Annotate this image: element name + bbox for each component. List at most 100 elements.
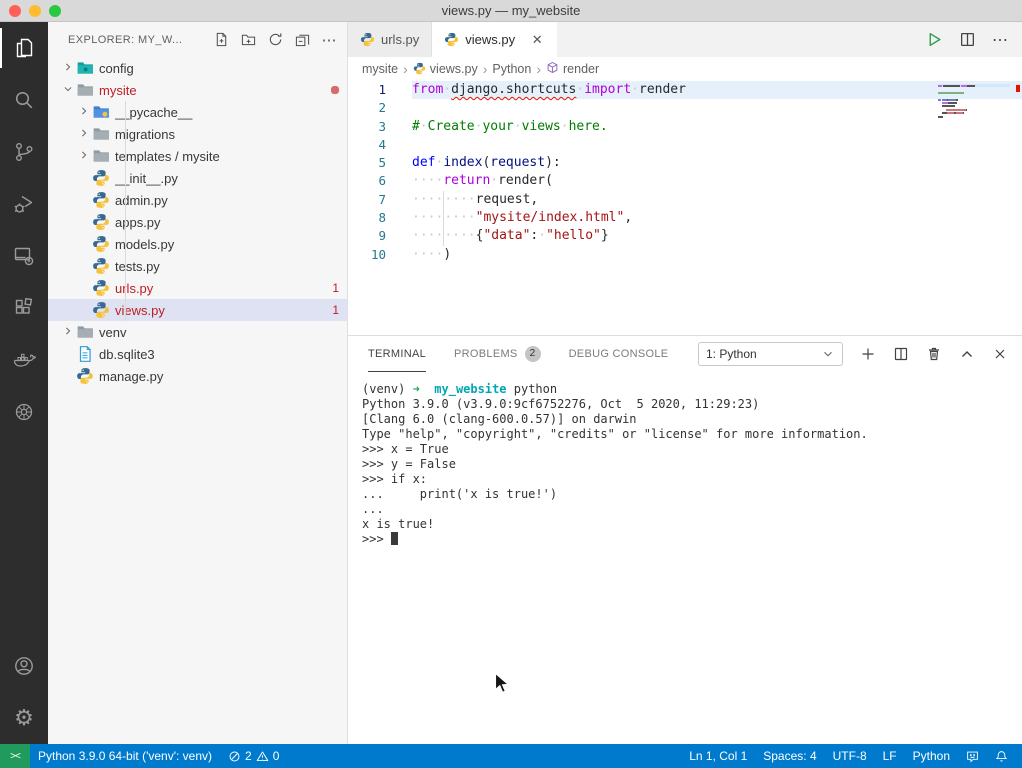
bottom-panel: TERMINAL PROBLEMS 2 DEBUG CONSOLE 1: Pyt… <box>348 335 1022 744</box>
tree-item-templates-mysite[interactable]: templates / mysite <box>48 145 347 167</box>
python-interpreter-status[interactable]: Python 3.9.0 64-bit ('venv': venv) <box>30 744 220 768</box>
problems-count-badge: 2 <box>525 346 541 362</box>
python-file-icon <box>360 32 375 47</box>
new-file-icon[interactable] <box>213 32 229 48</box>
tree-item-config[interactable]: config <box>48 57 347 79</box>
terminal-output[interactable]: (venv) ➜ my_website pythonPython 3.9.0 (… <box>348 372 1022 744</box>
tree-item-venv[interactable]: venv <box>48 321 347 343</box>
chevron-right-icon <box>76 106 92 119</box>
search-icon[interactable] <box>0 74 48 126</box>
line-number: 4 <box>348 136 386 154</box>
run-debug-icon[interactable] <box>0 178 48 230</box>
settings-icon[interactable]: ⚙ <box>0 692 48 744</box>
breadcrumb-separator: › <box>403 61 408 77</box>
minimize-window-button[interactable] <box>29 5 41 17</box>
tab-urls-py[interactable]: urls.py <box>348 22 432 57</box>
terminal-selector-dropdown[interactable]: 1: Python <box>698 342 843 366</box>
account-icon[interactable] <box>0 640 48 692</box>
warning-icon <box>256 750 269 763</box>
status-lf[interactable]: LF <box>875 744 905 768</box>
tree-item-mysite[interactable]: mysite <box>48 79 347 101</box>
tree-item-migrations[interactable]: migrations <box>48 123 347 145</box>
breadcrumb-item-mysite[interactable]: mysite <box>362 62 398 76</box>
tree-item-models-py[interactable]: models.py <box>48 233 347 255</box>
code-line-5[interactable]: 5def·index(request): <box>348 154 1022 172</box>
run-python-file-button[interactable] <box>926 31 943 48</box>
notifications-bell-icon[interactable] <box>987 744 1016 768</box>
panel-tab-label: TERMINAL <box>368 348 426 360</box>
tree-item--init-py[interactable]: __init__.py <box>48 167 347 189</box>
code-line-8[interactable]: 8········"mysite/index.html", <box>348 209 1022 227</box>
folder-icon <box>92 126 110 142</box>
close-window-button[interactable] <box>9 5 21 17</box>
new-folder-icon[interactable] <box>240 32 256 48</box>
tree-item-views-py[interactable]: views.py1 <box>48 299 347 321</box>
code-line-content: def·index(request): <box>412 154 1022 172</box>
editor-tab-bar: urls.py views.py ✕ ⋯ <box>348 22 1022 57</box>
code-line-3[interactable]: 3#·Create·your·views·here. <box>348 118 1022 136</box>
panel-header: TERMINAL PROBLEMS 2 DEBUG CONSOLE 1: Pyt… <box>348 336 1022 372</box>
split-editor-icon[interactable] <box>959 31 976 48</box>
terminal-line: Type "help", "copyright", "credits" or "… <box>362 427 1022 442</box>
remote-explorer-icon[interactable] <box>0 230 48 282</box>
breadcrumb-item-python[interactable]: Python <box>492 62 531 76</box>
tree-item-manage-py[interactable]: manage.py <box>48 365 347 387</box>
tab-views-py[interactable]: views.py ✕ <box>432 22 557 57</box>
code-editor[interactable]: 1from·django.shortcuts·import·render23#·… <box>348 80 1022 335</box>
feedback-smiley-icon[interactable] <box>958 744 987 768</box>
kill-terminal-icon[interactable] <box>926 346 942 362</box>
code-line-6[interactable]: 6····return·render( <box>348 172 1022 190</box>
database-icon <box>76 346 94 362</box>
split-terminal-icon[interactable] <box>893 346 909 362</box>
panel-tab-label: DEBUG CONSOLE <box>569 348 669 360</box>
code-line-10[interactable]: 10····) <box>348 246 1022 264</box>
python-icon <box>92 192 110 208</box>
breadcrumb-item-render[interactable]: render <box>546 61 599 77</box>
tree-item-tests-py[interactable]: tests.py <box>48 255 347 277</box>
remote-indicator[interactable]: >< <box>0 744 30 768</box>
tree-item--pycache-[interactable]: __pycache__ <box>48 101 347 123</box>
status-python[interactable]: Python <box>905 744 958 768</box>
source-control-icon[interactable] <box>0 126 48 178</box>
maximize-panel-icon[interactable] <box>959 346 975 362</box>
status-utf-8[interactable]: UTF-8 <box>825 744 875 768</box>
tab-debug-console[interactable]: DEBUG CONSOLE <box>569 336 669 372</box>
tree-item-admin-py[interactable]: admin.py <box>48 189 347 211</box>
code-line-7[interactable]: 7········request, <box>348 191 1022 209</box>
explorer-icon[interactable] <box>0 22 48 74</box>
tree-indent-guide <box>125 145 126 167</box>
terminal-line: x is true! <box>362 517 1022 532</box>
close-tab-icon[interactable]: ✕ <box>529 32 545 48</box>
tree-item-urls-py[interactable]: urls.py1 <box>48 277 347 299</box>
tree-item-db-sqlite3[interactable]: db.sqlite3 <box>48 343 347 365</box>
docker-icon[interactable] <box>0 334 48 386</box>
chevron-right-icon <box>76 128 92 141</box>
tab-problems[interactable]: PROBLEMS 2 <box>454 336 541 372</box>
terminal-line: >>> <box>362 532 1022 547</box>
breadcrumb-label: mysite <box>362 62 398 76</box>
code-line-content: ········{"data":·"hello"} <box>412 227 1022 245</box>
zoom-window-button[interactable] <box>49 5 61 17</box>
chevron-right-icon <box>60 326 76 339</box>
code-line-4[interactable]: 4 <box>348 136 1022 154</box>
refresh-icon[interactable] <box>267 32 283 48</box>
status-ln[interactable]: Ln 1, Col 1 <box>681 744 755 768</box>
chevron-right-icon <box>76 150 92 163</box>
tab-terminal[interactable]: TERMINAL <box>368 336 426 372</box>
collapse-folders-icon[interactable] <box>294 32 310 48</box>
status-spaces[interactable]: Spaces: 4 <box>755 744 824 768</box>
tree-item-apps-py[interactable]: apps.py <box>48 211 347 233</box>
code-line-9[interactable]: 9········{"data":·"hello"} <box>348 227 1022 245</box>
more-actions-icon[interactable]: ⋯ <box>992 30 1008 50</box>
extensions-icon[interactable] <box>0 282 48 334</box>
new-terminal-icon[interactable] <box>860 346 876 362</box>
code-line-2[interactable]: 2 <box>348 99 1022 117</box>
close-panel-icon[interactable] <box>992 346 1008 362</box>
wheel-icon[interactable] <box>0 386 48 438</box>
tab-label: views.py <box>465 32 515 47</box>
breadcrumb-item-views-py[interactable]: views.py <box>413 62 478 76</box>
code-line-1[interactable]: 1from·django.shortcuts·import·render <box>348 81 1022 99</box>
more-actions-icon[interactable]: ⋯ <box>321 32 337 48</box>
problems-status[interactable]: 2 0 <box>220 744 287 768</box>
explorer-actions: ⋯ <box>213 32 337 48</box>
